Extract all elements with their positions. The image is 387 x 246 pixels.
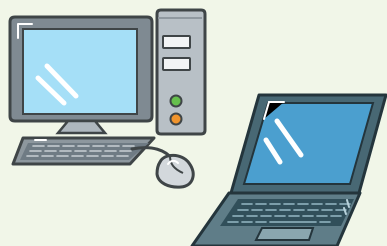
computer-illustration <box>0 0 387 246</box>
desktop-keyboard <box>11 136 156 166</box>
illustration-canvas <box>0 0 387 246</box>
desktop-tower <box>155 8 207 136</box>
desktop-monitor <box>8 15 154 135</box>
